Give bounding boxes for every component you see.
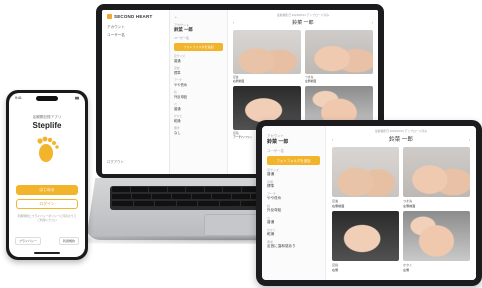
add-photo-folder-button[interactable]: フォトフォルダを追加 <box>267 156 320 165</box>
prev-arrow-icon[interactable]: ‹ <box>332 137 333 142</box>
tablet-detail-panel: アカウント 鈴菜 一郎 ユーザー名 フォトフォルダを追加 足サイズ 普通 足幅 標準… <box>262 126 326 280</box>
phone-footer: プライバシー 利用規約 <box>15 237 79 245</box>
foot-photo[interactable] <box>233 30 301 74</box>
app-name: Steplife <box>32 121 62 130</box>
photo-card[interactable]: 足指 右側 <box>332 211 399 272</box>
detail-field: 足幅 標準 <box>174 66 181 75</box>
foot-photo[interactable] <box>305 30 373 74</box>
photo-label: 左側 <box>403 268 410 272</box>
phone-screen: 9:41 ▮▮ 足観察記録アプリ Steplife はじめる ログイン 利用規約… <box>9 93 85 257</box>
heart-icon <box>107 14 112 19</box>
next-arrow-icon[interactable]: › <box>469 137 470 142</box>
foot-photo[interactable] <box>332 211 399 261</box>
phone-status-bar: 9:41 ▮▮ <box>15 96 79 100</box>
prev-arrow-icon[interactable]: ‹ <box>233 20 234 25</box>
detail-field: 指外反母趾 <box>174 90 188 99</box>
status-time: 9:41 <box>15 96 22 100</box>
photo-label: 左側前面 <box>305 79 317 83</box>
foot-photo[interactable] <box>403 211 470 261</box>
sidebar-item-username[interactable]: ユーザー名 <box>107 33 164 38</box>
home-indicator <box>34 252 60 254</box>
last-upload-note: 最終撮影日 2023/06/13 アップロード済み <box>375 129 427 133</box>
photo-card[interactable]: つま先 左側前面 <box>403 147 470 208</box>
photo-card[interactable]: かかと 左側 <box>403 211 470 272</box>
brand-logo: SECOND HEART <box>107 14 164 19</box>
start-button[interactable]: はじめる <box>16 185 78 195</box>
detail-field: 備考 足首に違和感あり <box>267 240 296 248</box>
foot-photo[interactable] <box>403 147 470 197</box>
patient-title: 鈴菜 一郎 <box>389 137 413 143</box>
detail-field: アーチ やや低め <box>267 192 282 200</box>
footprint-logo-icon <box>37 136 59 162</box>
photo-label: 右側前面 <box>233 79 245 83</box>
detail-field: アーチ やや低め <box>174 78 188 87</box>
last-upload-note: 最終撮影日 2023/06/13 アップロード済み <box>277 13 329 17</box>
logout-link[interactable]: ログアウト <box>107 159 124 164</box>
laptop-sidebar: SECOND HEART アカウント ユーザー名 ログアウト <box>102 10 170 174</box>
detail-field: 足サイズ 普通 <box>267 168 279 176</box>
terms-note: 利用規約とプライバシーポリシーに同意のうえご利用ください <box>17 214 77 222</box>
sidebar-item-account[interactable]: アカウント <box>107 25 164 30</box>
photo-card[interactable]: つま先 左側前面 <box>305 30 373 83</box>
detail-field: 爪普通 <box>267 216 275 224</box>
detail-field: かかと 乾燥 <box>267 228 277 236</box>
tablet-screen: アカウント 鈴菜 一郎 ユーザー名 フォトフォルダを追加 足サイズ 普通 足幅 標準… <box>262 126 476 280</box>
phone-device: 9:41 ▮▮ 足観察記録アプリ Steplife はじめる ログイン 利用規約… <box>6 90 88 260</box>
photo-card[interactable]: 足裏 右側前面 <box>332 147 399 208</box>
detail-name: 鈴菜 一郎 <box>267 139 289 145</box>
add-photo-folder-button[interactable]: フォトフォルダを追加 <box>174 43 223 51</box>
detail-field: 足幅 標準 <box>267 180 275 188</box>
detail-sub-label: ユーザー名 <box>174 36 189 40</box>
laptop-detail-panel: ← アカウント 鈴菜 一郎 ユーザー名 フォトフォルダを追加 足サイズ 普通 足幅… <box>170 10 228 174</box>
terms-link[interactable]: 利用規約 <box>58 237 79 245</box>
privacy-link[interactable]: プライバシー <box>15 237 41 245</box>
tablet-photo-area: 最終撮影日 2023/06/13 アップロード済み ‹ 鈴菜 一郎 › 足裏 右… <box>326 126 476 280</box>
next-arrow-icon[interactable]: › <box>372 20 373 25</box>
detail-field: 指外反母趾 <box>267 204 282 212</box>
brand-name: SECOND HEART <box>114 14 153 19</box>
login-button[interactable]: ログイン <box>16 199 78 209</box>
tablet-device: アカウント 鈴菜 一郎 ユーザー名 フォトフォルダを追加 足サイズ 普通 足幅 標準… <box>256 120 482 286</box>
photo-label: 右側 <box>332 268 339 272</box>
detail-field: 備考 なし <box>174 126 181 135</box>
detail-name: 鈴菜 一郎 <box>174 27 193 32</box>
back-arrow-icon[interactable]: ← <box>174 14 223 20</box>
detail-field: 足サイズ 普通 <box>174 54 186 63</box>
photo-label: 右側前面 <box>332 204 345 208</box>
detail-field: 爪普通 <box>174 102 181 111</box>
detail-field: かかと 乾燥 <box>174 114 183 123</box>
photo-label: 左側前面 <box>403 204 416 208</box>
app-subtitle: 足観察記録アプリ <box>32 115 62 119</box>
battery-icon: ▮▮ <box>75 96 79 100</box>
patient-title: 鈴菜 一郎 <box>292 20 314 26</box>
photo-card[interactable]: 足裏 右側前面 <box>233 30 301 83</box>
foot-photo[interactable] <box>332 147 399 197</box>
detail-sub-label: ユーザー名 <box>267 149 284 153</box>
